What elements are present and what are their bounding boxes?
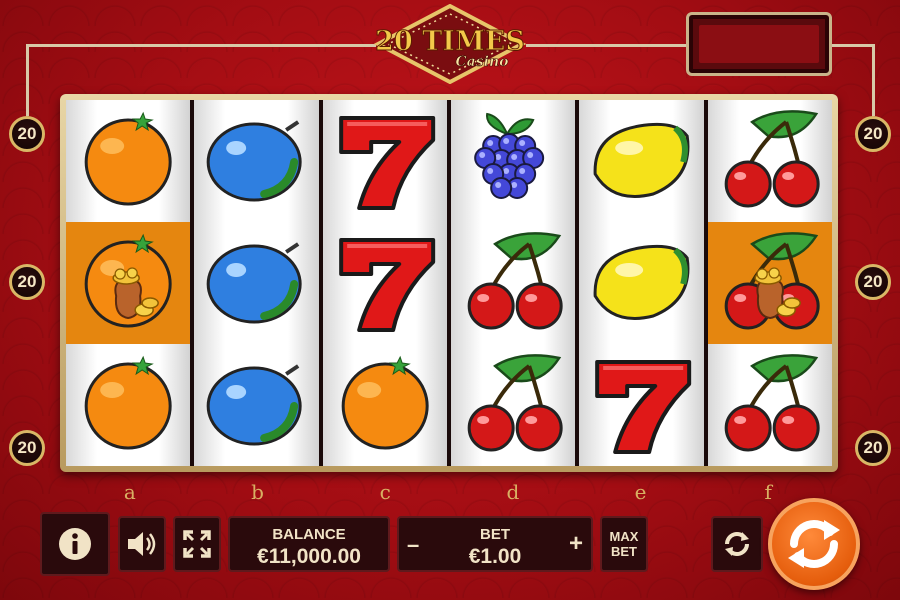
reel-cell-cherries: [708, 344, 832, 466]
orange-symbol: [84, 233, 172, 328]
autoplay-button[interactable]: [711, 516, 763, 572]
cherries-symbol: [724, 232, 820, 330]
cherries-symbol: [467, 232, 563, 330]
spin-button[interactable]: [768, 498, 860, 590]
game-logo: 20 TIMES Casino: [372, 3, 528, 85]
orange-symbol: [84, 355, 172, 450]
reel-cell-seven: [323, 222, 447, 344]
payline-badge-right-3[interactable]: 20: [855, 430, 891, 466]
payline-badge-right-1[interactable]: 20: [855, 116, 891, 152]
max-bet-button[interactable]: MAX BET: [600, 516, 648, 572]
payline-wire: [26, 44, 376, 47]
fullscreen-icon: [183, 530, 211, 558]
plum-symbol: [206, 120, 302, 202]
reels: [66, 100, 832, 466]
reel-cell-orange: [323, 344, 447, 466]
lemon-symbol: [593, 244, 690, 320]
bet-value: €1.00: [468, 545, 522, 568]
orange-symbol: [341, 355, 429, 450]
max-bet-label: MAX BET: [609, 529, 639, 559]
payline-badge-left-3[interactable]: 20: [9, 430, 45, 466]
reel-cell-orange-gold: [66, 222, 191, 344]
reel-letter-e: e: [634, 480, 647, 504]
reel-cell-lemon: [579, 222, 703, 344]
seven-symbol: [595, 360, 692, 454]
fullscreen-button[interactable]: [173, 516, 221, 572]
reel-cell-cherries: [708, 100, 832, 222]
plum-symbol: [206, 364, 302, 446]
payline-wire: [526, 44, 688, 47]
plum-symbol: [206, 242, 302, 324]
sound-button[interactable]: [118, 516, 166, 572]
reel-cell-plum: [194, 222, 318, 344]
reel-cell-grapes: [451, 100, 575, 222]
bet-increase-button[interactable]: +: [569, 530, 583, 558]
seven-symbol: [338, 238, 435, 332]
bet-decrease-button[interactable]: –: [407, 532, 419, 558]
sound-icon: [128, 532, 156, 556]
reel-cell-cherries: [451, 222, 575, 344]
spin-icon: [788, 520, 840, 568]
reel-letter-c: c: [379, 480, 391, 504]
payline-badge-left-1[interactable]: 20: [9, 116, 45, 152]
balance-value: €11,000.00: [257, 545, 361, 568]
reel-cell-plum: [194, 100, 318, 222]
autoplay-icon: [725, 532, 749, 556]
grapes-symbol: [474, 112, 545, 199]
reel-cell-lemon: [579, 100, 703, 222]
reel-b: [194, 100, 319, 466]
reel-cell-cherries-gold: [707, 222, 832, 344]
reel-e: [579, 100, 704, 466]
reel-cell-seven: [323, 100, 447, 222]
reel-letters: a b c d e f: [66, 480, 832, 504]
cherries-symbol: [724, 354, 820, 452]
balance-panel: BALANCE €11,000.00: [228, 516, 390, 572]
orange-symbol: [84, 111, 172, 206]
reel-cell-orange: [66, 344, 190, 466]
reel-letter-d: d: [506, 480, 520, 504]
reel-a: [66, 100, 191, 466]
balance-label: BALANCE: [272, 526, 346, 543]
reel-letter-a: a: [123, 480, 136, 504]
info-button[interactable]: [40, 512, 110, 576]
payline-badge-right-2[interactable]: 20: [855, 264, 891, 300]
seven-symbol: [338, 116, 435, 210]
reel-cell-cherries: [451, 344, 575, 466]
cherries-symbol: [467, 354, 563, 452]
bet-label: BET: [480, 526, 510, 543]
reel-d: [450, 100, 576, 466]
payline-wire: [26, 44, 29, 116]
payline-wire: [832, 44, 874, 47]
logo-title: 20 TIMES: [375, 26, 525, 57]
reel-c: [322, 100, 447, 466]
reel-letter-b: b: [251, 480, 264, 504]
cherries-symbol: [724, 110, 820, 208]
payline-badge-left-2[interactable]: 20: [9, 264, 45, 300]
lemon-symbol: [593, 122, 690, 198]
payline-wire: [872, 44, 875, 116]
info-icon: [59, 528, 91, 560]
reel-cell-seven: [579, 344, 703, 466]
reel-f: [707, 100, 832, 466]
logo-subtitle: Casino: [456, 54, 509, 70]
reel-cell-plum: [194, 344, 318, 466]
bet-panel: BET €1.00 – +: [397, 516, 593, 572]
win-display: [686, 12, 832, 76]
reel-cell-orange: [66, 100, 190, 222]
